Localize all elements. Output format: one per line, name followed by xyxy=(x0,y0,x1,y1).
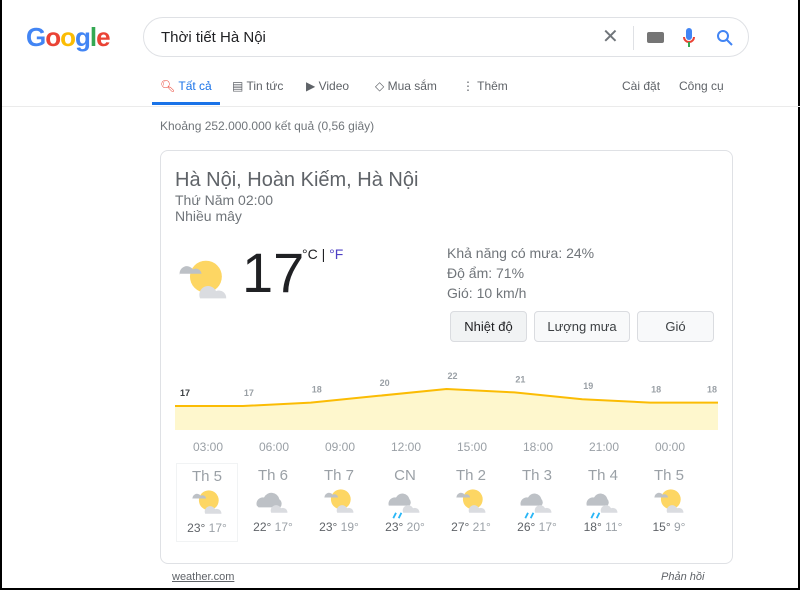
day-temps: 27° 21° xyxy=(440,520,502,534)
forecast-day[interactable]: Th 2 27° 21° xyxy=(440,463,502,542)
chart-x-tick: 12:00 xyxy=(390,440,422,454)
day-name: Th 4 xyxy=(587,467,618,484)
forecast-day[interactable]: Th 7 23° 19° xyxy=(308,463,370,542)
partly-cloudy-icon xyxy=(638,484,700,518)
day-temps: 23° 17° xyxy=(177,521,237,535)
high-temp: 23° xyxy=(385,520,404,534)
partly-cloudy-icon xyxy=(308,484,370,518)
chart-data-label: 17 xyxy=(244,388,254,398)
chart-data-label: 21 xyxy=(515,374,525,384)
low-temp: 17° xyxy=(208,521,227,535)
rain-icon xyxy=(374,484,436,519)
low-temp: 19° xyxy=(340,520,359,534)
chart-x-tick: 00:00 xyxy=(654,440,686,454)
low-temp: 11° xyxy=(605,520,623,534)
chart-x-tick: 09:00 xyxy=(324,440,356,454)
chart-data-label: 18 xyxy=(707,385,717,395)
day-name: CN xyxy=(394,467,416,484)
chart-data-label: 22 xyxy=(447,371,457,381)
partly-cloudy-icon xyxy=(440,484,502,518)
high-temp: 27° xyxy=(451,520,470,534)
forecast-day[interactable]: Th 4 18° 11° xyxy=(572,463,634,542)
chart-x-tick: 15:00 xyxy=(456,440,488,454)
forecast-day[interactable]: Th 5 15° 9° xyxy=(638,463,700,542)
rain-icon xyxy=(506,484,568,519)
rain-icon xyxy=(572,484,634,519)
chart-data-label: 19 xyxy=(583,381,593,391)
low-temp: 21° xyxy=(472,520,491,534)
day-name: Th 2 xyxy=(455,467,486,484)
forecast-day[interactable]: Th 5 23° 17° xyxy=(176,463,238,542)
feedback-link[interactable]: Phản hồi xyxy=(661,571,704,583)
high-temp: 26° xyxy=(517,520,536,534)
chart-data-label: 18 xyxy=(312,385,322,395)
low-temp: 9° xyxy=(674,520,686,534)
forecast-day[interactable]: Th 6 22° 17° xyxy=(242,463,304,542)
temperature-chart: 17 17 18 20 22 21 19 18 18 xyxy=(175,371,718,430)
chart-x-tick: 06:00 xyxy=(258,440,290,454)
day-name: Th 5 xyxy=(653,467,684,484)
chart-x-tick: 03:00 xyxy=(192,440,224,454)
partly-cloudy-icon xyxy=(177,485,237,519)
chart-x-tick: 21:00 xyxy=(588,440,620,454)
chart-x-tick: 18:00 xyxy=(522,440,554,454)
high-temp: 22° xyxy=(253,520,272,534)
day-name: Th 7 xyxy=(323,467,354,484)
low-temp: 17° xyxy=(538,520,557,534)
forecast-day[interactable]: Th 3 26° 17° xyxy=(506,463,568,542)
day-name: Th 6 xyxy=(257,467,288,484)
low-temp: 20° xyxy=(406,520,425,534)
day-temps: 23° 19° xyxy=(308,520,370,534)
high-temp: 18° xyxy=(583,520,602,534)
high-temp: 23° xyxy=(187,521,206,535)
high-temp: 15° xyxy=(652,520,671,534)
chart-area xyxy=(175,389,718,430)
source-link[interactable]: weather.com xyxy=(172,571,234,583)
day-name: Th 3 xyxy=(521,467,552,484)
day-name: Th 5 xyxy=(191,468,222,485)
chart-data-label: 18 xyxy=(651,385,661,395)
low-temp: 17° xyxy=(274,520,293,534)
high-temp: 23° xyxy=(319,520,338,534)
day-temps: 15° 9° xyxy=(638,520,700,534)
cloudy-icon xyxy=(242,484,304,518)
chart-data-label: 17 xyxy=(180,388,190,398)
day-temps: 22° 17° xyxy=(242,520,304,534)
chart-data-label: 20 xyxy=(380,378,390,388)
day-temps: 23° 20° xyxy=(374,520,436,534)
forecast-day[interactable]: CN 23° 20° xyxy=(374,463,436,542)
day-temps: 26° 17° xyxy=(506,520,568,534)
day-temps: 18° 11° xyxy=(572,520,634,534)
